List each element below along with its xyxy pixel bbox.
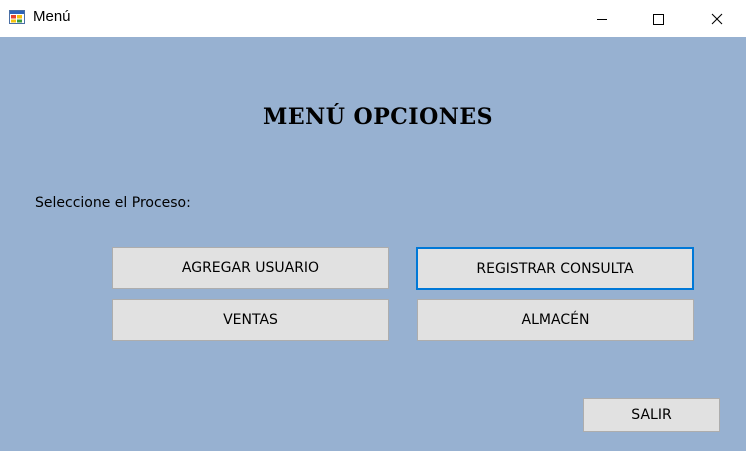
ventas-button[interactable]: VENTAS <box>112 299 389 341</box>
minimize-button[interactable] <box>579 0 625 37</box>
form-client-area: MENÚ OPCIONES Seleccione el Proceso: AGR… <box>0 37 746 451</box>
app-form-icon <box>9 10 25 24</box>
minimize-icon <box>597 18 607 20</box>
agregar-usuario-button[interactable]: AGREGAR USUARIO <box>112 247 389 289</box>
page-title: MENÚ OPCIONES <box>262 104 493 130</box>
salir-button[interactable]: SALIR <box>583 398 720 432</box>
maximize-button[interactable] <box>635 0 681 37</box>
close-icon <box>711 13 723 24</box>
almacen-button[interactable]: ALMACÉN <box>417 299 694 341</box>
registrar-consulta-button[interactable]: REGISTRAR CONSULTA <box>416 247 694 290</box>
title-bar[interactable]: Menú <box>0 0 746 37</box>
menu-window: Menú MENÚ OPCIONES Seleccione el Proceso… <box>0 0 746 451</box>
maximize-icon <box>653 13 664 25</box>
close-button[interactable] <box>694 0 740 37</box>
window-title: Menú <box>33 8 71 25</box>
process-prompt-label: Seleccione el Proceso: <box>35 195 191 211</box>
